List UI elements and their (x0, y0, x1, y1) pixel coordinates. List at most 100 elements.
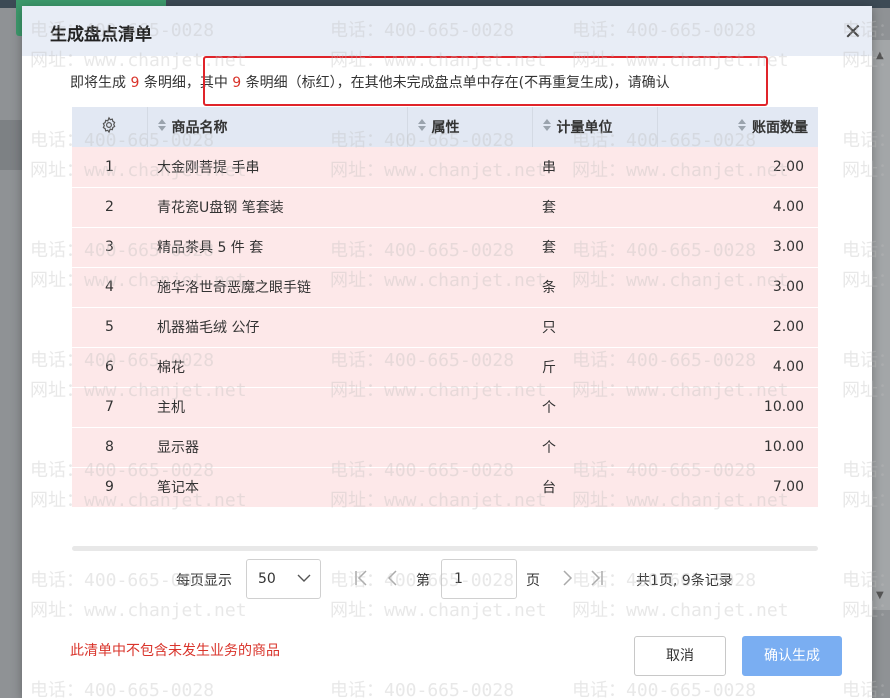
row-name: 机器猫毛绒 公仔 (147, 307, 407, 348)
row-name: 大金刚菩提 手串 (147, 147, 407, 188)
last-page-icon[interactable] (588, 569, 606, 587)
row-unit: 斤 (532, 347, 657, 388)
sort-icon[interactable] (158, 119, 166, 131)
table-row[interactable]: 7 主机 个 10.00 (72, 387, 818, 428)
message-text-2: 条明细，其中 (139, 75, 233, 91)
page-prefix-label: 第 (416, 573, 430, 589)
row-unit: 套 (532, 187, 657, 228)
sort-icon[interactable] (418, 119, 426, 131)
row-attribute (407, 387, 532, 428)
page-number-input[interactable] (441, 559, 517, 599)
row-quantity: 4.00 (657, 347, 818, 388)
per-page-label: 每页显示 (176, 573, 232, 589)
column-header-quantity[interactable]: 账面数量 (657, 107, 818, 147)
table-row[interactable]: 6 棉花 斤 4.00 (72, 347, 818, 388)
row-index: 6 (72, 347, 147, 388)
row-index: 7 (72, 387, 147, 428)
row-attribute (407, 427, 532, 468)
row-unit: 台 (532, 467, 657, 508)
row-index: 5 (72, 307, 147, 348)
row-attribute (407, 307, 532, 348)
row-quantity: 2.00 (657, 307, 818, 348)
message-text-1: 即将生成 (70, 75, 131, 91)
row-name: 精品茶具 5 件 套 (147, 227, 407, 268)
row-quantity: 10.00 (657, 387, 818, 428)
page-size-select[interactable]: 50 (246, 559, 321, 599)
column-settings[interactable] (72, 107, 148, 147)
row-quantity: 4.00 (657, 187, 818, 228)
table-row[interactable]: 3 精品茶具 5 件 套 套 3.00 (72, 227, 818, 268)
header-label: 账面数量 (752, 120, 808, 136)
confirm-message: 即将生成 9 条明细，其中 9 条明细（标红），在其他未完成盘点单中存在(不再重… (70, 72, 670, 92)
header-label: 计量单位 (556, 120, 613, 136)
header-label: 商品名称 (171, 120, 228, 136)
footer-note: 此清单中不包含未发生业务的商品 (70, 643, 280, 659)
row-unit: 条 (532, 267, 657, 308)
row-unit: 只 (532, 307, 657, 348)
pagination: 每页显示 50 第 页 共1页, 9条记录 (22, 558, 872, 602)
row-quantity: 7.00 (657, 467, 818, 508)
column-header-name[interactable]: 商品名称 (147, 107, 408, 147)
column-header-attribute[interactable]: 属性 (407, 107, 533, 147)
table-row[interactable]: 1 大金刚菩提 手串 串 2.00 (72, 147, 818, 188)
row-attribute (407, 267, 532, 308)
row-name: 主机 (147, 387, 407, 428)
dialog-title: 生成盘点清单 (50, 25, 152, 45)
row-attribute (407, 187, 532, 228)
row-quantity: 10.00 (657, 427, 818, 468)
row-index: 3 (72, 227, 147, 268)
row-name: 青花瓷U盘钢 笔套装 (147, 187, 407, 228)
table-row[interactable]: 2 青花瓷U盘钢 笔套装 套 4.00 (72, 187, 818, 228)
prev-page-icon[interactable] (384, 569, 402, 587)
table-header-row: 商品名称 属性 计量单位 账面数量 (72, 107, 818, 147)
table-row[interactable]: 8 显示器 个 10.00 (72, 427, 818, 468)
table-row[interactable]: 9 笔记本 台 7.00 (72, 467, 818, 508)
row-index: 1 (72, 147, 147, 188)
row-unit: 个 (532, 427, 657, 468)
row-quantity: 3.00 (657, 227, 818, 268)
confirm-generate-button[interactable]: 确认生成 (742, 636, 842, 676)
row-quantity: 2.00 (657, 147, 818, 188)
background-scrollbar[interactable]: ▲ ▼ (872, 40, 890, 610)
row-index: 4 (72, 267, 147, 308)
page-suffix-label: 页 (526, 573, 540, 589)
column-header-unit[interactable]: 计量单位 (532, 107, 658, 147)
horizontal-scrollbar[interactable] (72, 546, 818, 551)
table-row[interactable]: 4 施华洛世奇恶魔之眼手链 条 3.00 (72, 267, 818, 308)
item-table: 商品名称 属性 计量单位 账面数量 1 大金刚菩提 手串串 2.00 2 青花瓷U盘钢 … (72, 107, 818, 508)
sort-icon[interactable] (543, 119, 551, 131)
message-text-3: 条明细（标红），在其他未完成盘点单中存在(不再重复生成)，请确认 (241, 75, 670, 91)
gear-icon[interactable] (100, 116, 118, 134)
dialog-header: 生成盘点清单 (22, 6, 872, 56)
cancel-button[interactable]: 取消 (634, 636, 726, 676)
row-unit: 套 (532, 227, 657, 268)
table-row[interactable]: 5 机器猫毛绒 公仔 只 2.00 (72, 307, 818, 348)
row-attribute (407, 147, 532, 188)
next-page-icon[interactable] (558, 569, 576, 587)
close-icon[interactable] (842, 20, 864, 42)
row-name: 棉花 (147, 347, 407, 388)
background-side-panel (0, 120, 22, 170)
pagination-summary: 共1页, 9条记录 (636, 573, 733, 589)
row-attribute (407, 227, 532, 268)
first-page-icon[interactable] (352, 569, 370, 587)
row-index: 8 (72, 427, 147, 468)
row-index: 9 (72, 467, 147, 508)
row-index: 2 (72, 187, 147, 228)
chevron-down-icon (297, 574, 311, 582)
row-attribute (407, 347, 532, 388)
row-attribute (407, 467, 532, 508)
red-count: 9 (232, 75, 242, 91)
row-name: 笔记本 (147, 467, 407, 508)
row-unit: 串 (532, 147, 657, 188)
row-quantity: 3.00 (657, 267, 818, 308)
scroll-down-icon[interactable]: ▼ (876, 590, 884, 601)
header-label: 属性 (431, 120, 460, 136)
row-name: 显示器 (147, 427, 407, 468)
generate-inventory-dialog: 生成盘点清单 即将生成 9 条明细，其中 9 条明细（标红），在其他未完成盘点单… (22, 6, 872, 698)
row-name: 施华洛世奇恶魔之眼手链 (147, 267, 407, 308)
scroll-up-icon[interactable]: ▲ (876, 50, 884, 61)
row-unit: 个 (532, 387, 657, 428)
sort-icon[interactable] (738, 119, 746, 131)
page-size-value: 50 (258, 571, 276, 587)
